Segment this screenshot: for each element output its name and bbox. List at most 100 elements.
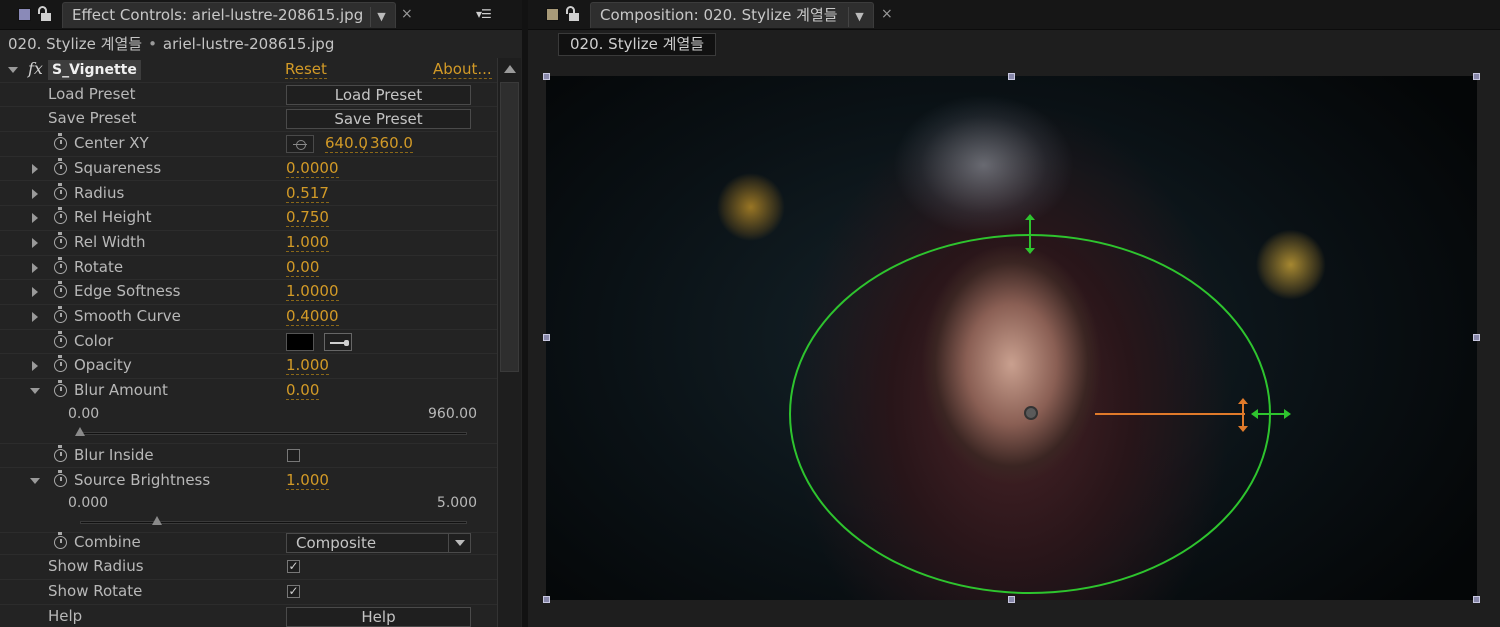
smooth-curve-label: Smooth Curve xyxy=(74,307,181,325)
rel-width-handle-icon[interactable] xyxy=(1251,408,1291,420)
reset-link[interactable]: Reset xyxy=(285,60,327,79)
stopwatch-icon[interactable] xyxy=(54,330,67,348)
blur-amount-slider-thumb[interactable] xyxy=(75,426,85,436)
lock-icon[interactable] xyxy=(37,6,51,22)
stopwatch-icon[interactable] xyxy=(54,231,67,249)
stopwatch-icon[interactable] xyxy=(54,469,67,487)
twirl-down-icon[interactable] xyxy=(30,477,40,484)
twirl-right-icon[interactable] xyxy=(32,262,38,273)
stopwatch-icon[interactable] xyxy=(54,182,67,200)
combine-select[interactable]: Composite xyxy=(286,532,471,553)
color-row: Color xyxy=(0,330,497,355)
about-link[interactable]: About... xyxy=(433,60,492,79)
radius-value[interactable]: 0.517 xyxy=(286,184,329,203)
twirl-right-icon[interactable] xyxy=(32,163,38,174)
twirl-right-icon[interactable] xyxy=(32,312,38,322)
eyedropper-icon[interactable] xyxy=(324,332,352,351)
effect-name[interactable]: S_Vignette xyxy=(48,60,141,80)
load-preset-button[interactable]: Load Preset xyxy=(286,84,471,105)
rel-width-label: Rel Width xyxy=(74,232,146,251)
save-preset-button[interactable]: Save Preset xyxy=(286,109,471,130)
layer-handle-mid-left[interactable] xyxy=(543,334,550,341)
scroll-up-icon[interactable] xyxy=(504,65,516,73)
twirl-right-icon[interactable] xyxy=(32,287,38,298)
opacity-value[interactable]: 1.000 xyxy=(286,356,329,376)
edge-softness-value[interactable]: 1.0000 xyxy=(286,282,339,302)
color-swatch[interactable] xyxy=(286,332,314,351)
help-button[interactable]: Help xyxy=(286,606,471,627)
show-radius-checkbox[interactable]: ✓ xyxy=(287,560,300,574)
lock-icon[interactable] xyxy=(565,6,579,22)
tab-dropdown-icon[interactable]: ▼ xyxy=(370,7,392,27)
breadcrumb-layer: ariel-lustre-208615.jpg xyxy=(162,35,335,53)
blur-inside-row: Blur Inside xyxy=(0,444,497,469)
twirl-right-icon[interactable] xyxy=(32,361,38,372)
layer-handle-bottom-left[interactable] xyxy=(543,596,550,603)
rel-height-handle-icon[interactable] xyxy=(1024,214,1036,254)
rel-width-value[interactable]: 1.000 xyxy=(286,233,329,252)
twirl-down-icon[interactable] xyxy=(30,388,40,395)
layer-handle-top-center[interactable] xyxy=(1008,73,1015,80)
chevron-down-icon[interactable] xyxy=(448,533,470,552)
radius-label: Radius xyxy=(74,183,125,202)
close-icon[interactable]: × xyxy=(881,6,893,22)
rel-height-value[interactable]: 0.750 xyxy=(286,208,329,228)
smooth-curve-row: Smooth Curve 0.4000 xyxy=(0,305,497,330)
twirl-right-icon[interactable] xyxy=(32,213,38,224)
source-brightness-min: 0.000 xyxy=(68,495,109,512)
layer-handle-mid-right[interactable] xyxy=(1473,334,1480,341)
panel-menu-icon[interactable]: ▾☰ xyxy=(476,7,492,21)
tab-effect-controls-label: Effect Controls: ariel-lustre-208615.jpg xyxy=(72,6,364,24)
vertical-scrollbar[interactable] xyxy=(497,58,521,627)
breadcrumb: 020. Stylize 계열들 • ariel-lustre-208615.jpg xyxy=(8,35,335,53)
blur-amount-slider-track[interactable] xyxy=(80,431,467,435)
source-brightness-slider-thumb[interactable] xyxy=(152,516,163,526)
tab-dropdown-icon[interactable]: ▼ xyxy=(848,7,870,27)
color-label: Color xyxy=(74,331,114,350)
crosshair-icon[interactable] xyxy=(286,135,314,154)
blur-amount-row: Blur Amount 0.00 xyxy=(0,379,497,404)
smooth-curve-value[interactable]: 0.4000 xyxy=(286,307,339,326)
blur-inside-checkbox[interactable] xyxy=(287,448,300,462)
layer-handle-bottom-right[interactable] xyxy=(1473,596,1480,603)
panel-color-swatch xyxy=(546,8,559,21)
stopwatch-icon[interactable] xyxy=(54,157,67,175)
twirl-right-icon[interactable] xyxy=(32,237,38,248)
rotate-handle-icon[interactable] xyxy=(1238,398,1248,432)
source-brightness-slider-track[interactable] xyxy=(80,521,467,525)
stopwatch-icon[interactable] xyxy=(54,133,67,151)
layer-handle-top-right[interactable] xyxy=(1473,73,1480,80)
squareness-value[interactable]: 0.0000 xyxy=(286,159,339,178)
effect-controls-tabbar: Effect Controls: ariel-lustre-208615.jpg… xyxy=(0,0,522,30)
layer-handle-bottom-center[interactable] xyxy=(1008,596,1015,603)
center-marker-icon[interactable] xyxy=(1024,406,1038,420)
scroll-thumb[interactable] xyxy=(500,82,519,372)
stopwatch-icon[interactable] xyxy=(54,355,67,373)
comp-name-tab[interactable]: 020. Stylize 계열들 xyxy=(558,33,717,56)
show-rotate-checkbox[interactable]: ✓ xyxy=(287,584,300,598)
blur-amount-value[interactable]: 0.00 xyxy=(286,381,320,401)
rotate-value[interactable]: 0.00 xyxy=(286,258,320,277)
rotate-handle-line[interactable] xyxy=(1095,413,1245,415)
stopwatch-icon[interactable] xyxy=(54,380,67,398)
twirl-down-icon[interactable] xyxy=(8,67,18,73)
source-brightness-value[interactable]: 1.000 xyxy=(286,471,329,490)
twirl-right-icon[interactable] xyxy=(32,188,38,199)
stopwatch-icon[interactable] xyxy=(54,207,67,225)
stopwatch-icon[interactable] xyxy=(54,531,67,549)
stopwatch-icon[interactable] xyxy=(54,444,67,462)
composition-viewer[interactable] xyxy=(546,76,1477,600)
stopwatch-icon[interactable] xyxy=(54,256,67,274)
tab-effect-controls[interactable]: Effect Controls: ariel-lustre-208615.jpg… xyxy=(62,2,396,28)
center-xy-label: Center XY xyxy=(74,134,149,153)
center-y-value[interactable]: 360.0 xyxy=(370,134,413,154)
rotate-label: Rotate xyxy=(74,257,124,276)
tab-composition[interactable]: Composition: 020. Stylize 계열들 ▼ xyxy=(590,2,874,28)
center-xy-separator: , xyxy=(362,134,367,153)
fx-icon[interactable]: fx xyxy=(28,59,43,78)
layer-handle-top-left[interactable] xyxy=(543,73,550,80)
close-icon[interactable]: × xyxy=(401,6,413,22)
stopwatch-icon[interactable] xyxy=(54,281,67,299)
stopwatch-icon[interactable] xyxy=(54,306,67,323)
blur-amount-max: 960.00 xyxy=(428,405,477,422)
